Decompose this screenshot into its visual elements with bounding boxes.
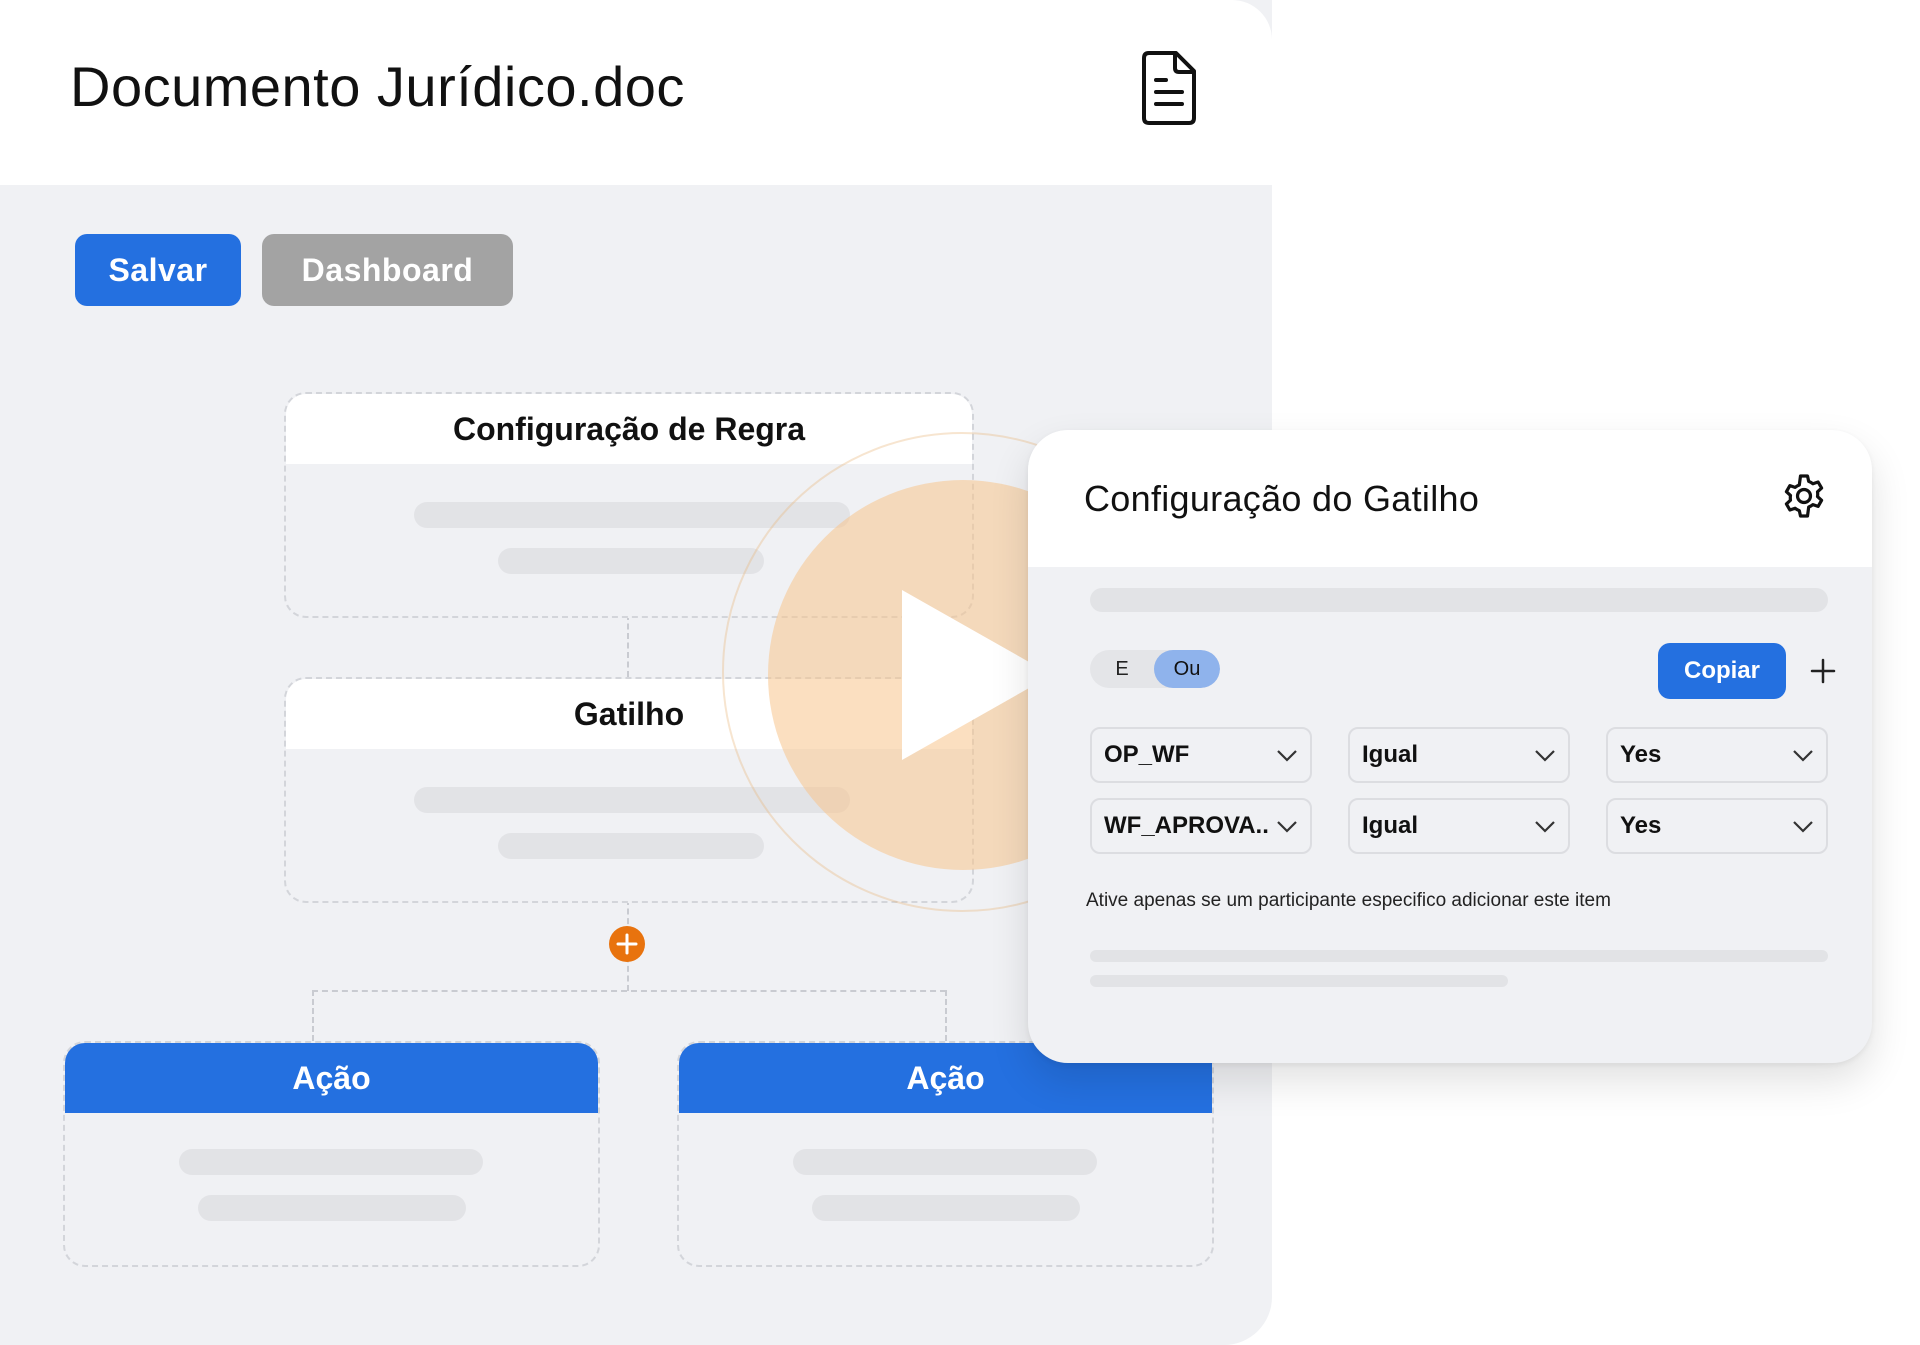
condition-operator-select[interactable]: Igual <box>1348 727 1570 783</box>
placeholder-line <box>1090 975 1508 987</box>
placeholder-line <box>498 548 764 574</box>
trigger-note: Ative apenas se um participante especifi… <box>1086 890 1611 911</box>
selected-value: Yes <box>1620 812 1662 839</box>
condition-operator-select[interactable]: Igual <box>1348 798 1570 854</box>
chevron-down-icon <box>1277 821 1297 833</box>
plus-icon[interactable] <box>1808 656 1838 686</box>
save-button[interactable]: Salvar <box>75 234 241 306</box>
action-node[interactable]: Ação <box>677 1041 1214 1267</box>
chevron-down-icon <box>1793 750 1813 762</box>
copy-button[interactable]: Copiar <box>1658 643 1786 699</box>
connector-line <box>312 990 946 992</box>
logic-option-or[interactable]: Ou <box>1154 650 1220 688</box>
chevron-down-icon <box>1277 750 1297 762</box>
logic-option-and[interactable]: E <box>1090 650 1154 688</box>
placeholder-line <box>793 1149 1097 1175</box>
panel-title: Configuração do Gatilho <box>1084 478 1480 519</box>
selected-value: Yes <box>1620 741 1662 768</box>
action-title: Ação <box>65 1043 598 1113</box>
placeholder-line <box>1090 950 1828 962</box>
dashboard-button[interactable]: Dashboard <box>262 234 513 306</box>
chevron-down-icon <box>1793 821 1813 833</box>
selected-value: Igual <box>1362 741 1419 768</box>
placeholder-line <box>498 833 764 859</box>
add-node-button[interactable] <box>609 926 645 962</box>
selected-value: Igual <box>1362 812 1419 839</box>
chevron-down-icon <box>1535 821 1555 833</box>
chevron-down-icon <box>1535 750 1555 762</box>
document-title: Documento Jurídico.doc <box>70 55 685 118</box>
placeholder-line <box>179 1149 483 1175</box>
condition-field-select[interactable]: WF_APROVA.. <box>1090 798 1312 854</box>
panel-header: Configuração do Gatilho <box>1028 430 1872 567</box>
condition-field-select[interactable]: OP_WF <box>1090 727 1312 783</box>
document-icon <box>1142 51 1196 125</box>
placeholder-line <box>1090 588 1828 612</box>
connector-line <box>312 990 314 1041</box>
action-node[interactable]: Ação <box>63 1041 600 1267</box>
selected-value: OP_WF <box>1104 741 1190 768</box>
selected-value: WF_APROVA.. <box>1104 812 1269 839</box>
plus-icon <box>616 933 638 955</box>
connector-line <box>945 990 947 1041</box>
gear-icon[interactable] <box>1780 472 1828 520</box>
placeholder-line <box>812 1195 1080 1221</box>
condition-value-select[interactable]: Yes <box>1606 798 1828 854</box>
logic-toggle[interactable]: E Ou <box>1090 650 1220 688</box>
trigger-settings-panel: Configuração do Gatilho E Ou Copiar OP_W… <box>1028 430 1872 1063</box>
connector-line <box>627 614 629 677</box>
document-header: Documento Jurídico.doc <box>0 0 1272 185</box>
condition-value-select[interactable]: Yes <box>1606 727 1828 783</box>
placeholder-line <box>198 1195 466 1221</box>
